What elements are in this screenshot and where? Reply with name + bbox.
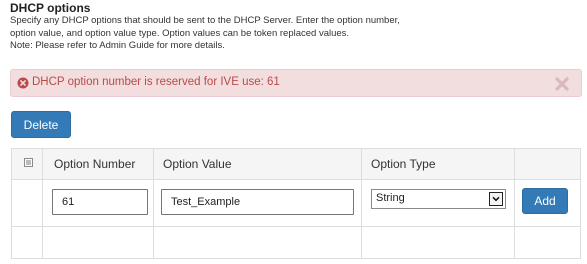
column-header-option-type: Option Type xyxy=(371,157,436,171)
error-alert: DHCP option number is reserved for IVE u… xyxy=(10,69,582,97)
option-value-input[interactable] xyxy=(161,189,354,215)
option-number-input[interactable] xyxy=(52,189,148,215)
alert-message: DHCP option number is reserved for IVE u… xyxy=(32,76,280,88)
table-header: Option Number Option Value Option Type xyxy=(12,149,580,180)
error-circle-x-icon xyxy=(17,77,29,89)
dhcp-options-panel: DHCP options Specify any DHCP options th… xyxy=(0,0,587,264)
select-all-checkbox-icon[interactable] xyxy=(24,158,33,167)
dhcp-options-table: Option Number Option Value Option Type S… xyxy=(11,148,581,259)
description-line-1: Specify any DHCP options that should be … xyxy=(10,15,400,26)
column-divider xyxy=(361,149,362,258)
add-button[interactable]: Add xyxy=(522,188,568,214)
row-divider xyxy=(12,226,580,227)
column-header-option-number: Option Number xyxy=(54,157,136,171)
chevron-down-icon xyxy=(489,192,503,206)
option-type-selected: String xyxy=(376,192,405,204)
description-line-2: option value, and option value type. Opt… xyxy=(10,27,350,39)
column-divider xyxy=(42,149,43,258)
section-title: DHCP options xyxy=(10,1,91,15)
delete-button[interactable]: Delete xyxy=(11,111,71,138)
close-x-icon[interactable] xyxy=(554,76,570,92)
column-divider xyxy=(514,149,515,258)
option-type-select[interactable]: String xyxy=(371,189,506,209)
column-divider xyxy=(153,149,154,258)
column-header-option-value: Option Value xyxy=(163,157,232,171)
description-line-3: Note: Please refer to Admin Guide for mo… xyxy=(10,40,225,51)
section-description: Specify any DHCP options that should be … xyxy=(10,15,530,53)
